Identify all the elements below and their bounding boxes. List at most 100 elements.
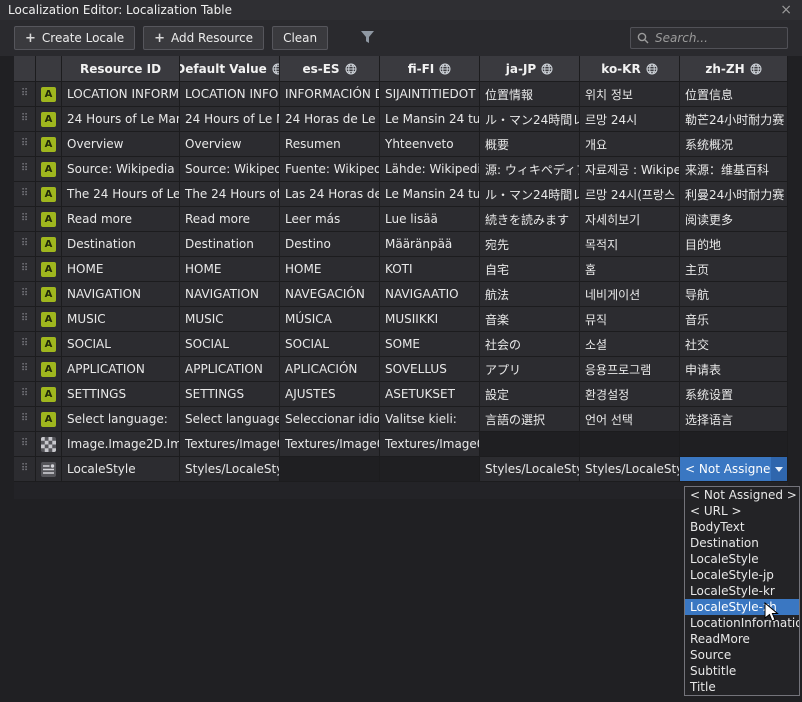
cell-fi-fi[interactable]: ASETUKSET <box>380 382 480 407</box>
cell-zh-zh[interactable]: 音乐 <box>680 307 788 332</box>
cell-fi-fi[interactable]: Määränpää <box>380 232 480 257</box>
column-header-default-value[interactable]: Default Value <box>180 56 280 82</box>
row-drag-handle[interactable]: ⠿ <box>14 307 36 332</box>
cell-default-value[interactable]: HOME <box>180 257 280 282</box>
cell-resource-id[interactable]: Source: Wikipedia <box>62 157 180 182</box>
cell-ja-jp[interactable]: 社会の <box>480 332 580 357</box>
cell-resource-id[interactable]: SOCIAL <box>62 332 180 357</box>
cell-es-es[interactable]: NAVEGACIÓN <box>280 282 380 307</box>
cell-fi-fi[interactable]: NAVIGAATIO <box>380 282 480 307</box>
cell-es-es[interactable]: Las 24 Horas de L <box>280 182 380 207</box>
dropdown-item[interactable]: LocationInformation <box>685 615 799 631</box>
row-drag-handle[interactable]: ⠿ <box>14 457 36 482</box>
cell-fi-fi[interactable]: Valitse kieli: <box>380 407 480 432</box>
dropdown-item[interactable]: LocaleStyle-jp <box>685 567 799 583</box>
cell-default-value[interactable]: LOCATION INFOR <box>180 82 280 107</box>
cell-es-es[interactable]: Resumen <box>280 132 380 157</box>
column-header-ja-jp[interactable]: ja-JP <box>480 56 580 82</box>
cell-es-es[interactable]: Fuente: Wikipedia <box>280 157 380 182</box>
search-box[interactable] <box>630 27 788 49</box>
dropdown-item[interactable]: LocaleStyle-zh <box>685 599 799 615</box>
column-header-resource-id[interactable]: Resource ID <box>62 56 180 82</box>
row-drag-handle[interactable]: ⠿ <box>14 107 36 132</box>
cell-es-es[interactable]: AJUSTES <box>280 382 380 407</box>
cell-default-value[interactable]: Styles/LocaleStyle <box>180 457 280 482</box>
cell-ja-jp[interactable]: 続きを読みます <box>480 207 580 232</box>
cell-ja-jp[interactable]: 音楽 <box>480 307 580 332</box>
cell-ja-jp[interactable]: 航法 <box>480 282 580 307</box>
cell-resource-id[interactable]: 24 Hours of Le Mans <box>62 107 180 132</box>
cell-fi-fi[interactable]: SOME <box>380 332 480 357</box>
cell-es-es[interactable]: 24 Horas de Le M <box>280 107 380 132</box>
cell-ko-kr[interactable]: 네비게이션 <box>580 282 680 307</box>
row-drag-handle[interactable]: ⠿ <box>14 282 36 307</box>
cell-ko-kr[interactable]: 자세히보기 <box>580 207 680 232</box>
cell-resource-id[interactable]: APPLICATION <box>62 357 180 382</box>
cell-ko-kr[interactable]: 위치 정보 <box>580 82 680 107</box>
column-header-ko-kr[interactable]: ko-KR <box>580 56 680 82</box>
cell-es-es[interactable] <box>280 457 380 482</box>
row-drag-handle[interactable]: ⠿ <box>14 407 36 432</box>
cell-ko-kr[interactable]: 응용프로그램 <box>580 357 680 382</box>
cell-es-es[interactable]: MÚSICA <box>280 307 380 332</box>
cell-es-es[interactable]: SOCIAL <box>280 332 380 357</box>
dropdown-item[interactable]: Subtitle <box>685 663 799 679</box>
cell-resource-id[interactable]: SETTINGS <box>62 382 180 407</box>
cell-ja-jp[interactable]: 概要 <box>480 132 580 157</box>
cell-default-value[interactable]: MUSIC <box>180 307 280 332</box>
add-resource-button[interactable]: + Add Resource <box>143 26 264 50</box>
combo-dropdown-arrow[interactable] <box>771 457 787 481</box>
cell-default-value[interactable]: Overview <box>180 132 280 157</box>
cell-default-value[interactable]: 24 Hours of Le M <box>180 107 280 132</box>
row-drag-handle[interactable]: ⠿ <box>14 432 36 457</box>
cell-zh-zh[interactable]: 目的地 <box>680 232 788 257</box>
cell-resource-id[interactable]: Read more <box>62 207 180 232</box>
cell-ja-jp[interactable]: 位置情報 <box>480 82 580 107</box>
dropdown-item[interactable]: Title <box>685 679 799 695</box>
cell-zh-zh[interactable] <box>680 432 788 457</box>
row-drag-handle[interactable]: ⠿ <box>14 232 36 257</box>
cell-es-es[interactable]: Seleccionar idiom <box>280 407 380 432</box>
cell-ja-jp[interactable] <box>480 432 580 457</box>
dropdown-item[interactable]: ReadMore <box>685 631 799 647</box>
row-drag-handle[interactable]: ⠿ <box>14 357 36 382</box>
cell-resource-id[interactable]: Overview <box>62 132 180 157</box>
cell-default-value[interactable]: Read more <box>180 207 280 232</box>
cell-zh-zh[interactable]: 阅读更多 <box>680 207 788 232</box>
row-drag-handle[interactable]: ⠿ <box>14 207 36 232</box>
cell-fi-fi[interactable]: Le Mansin 24 tunr <box>380 107 480 132</box>
cell-es-es[interactable]: HOME <box>280 257 380 282</box>
cell-ja-jp[interactable]: Styles/LocaleStyle <box>480 457 580 482</box>
column-header-zh-zh[interactable]: zh-ZH <box>680 56 788 82</box>
cell-ja-jp[interactable]: アプリ <box>480 357 580 382</box>
cell-default-value[interactable]: Select language: <box>180 407 280 432</box>
cell-default-value[interactable]: The 24 Hours of L <box>180 182 280 207</box>
cell-ko-kr[interactable]: 개요 <box>580 132 680 157</box>
cell-ko-kr[interactable]: 르망 24시(프랑스 <box>580 182 680 207</box>
cell-resource-id[interactable]: Image.Image2D.Imag <box>62 432 180 457</box>
cell-default-value[interactable]: Destination <box>180 232 280 257</box>
cell-ja-jp[interactable]: 言語の選択 <box>480 407 580 432</box>
cell-fi-fi[interactable]: Lue lisää <box>380 207 480 232</box>
cell-default-value[interactable]: APPLICATION <box>180 357 280 382</box>
cell-resource-id[interactable]: LOCATION INFORMAT <box>62 82 180 107</box>
cell-zh-zh[interactable]: 位置信息 <box>680 82 788 107</box>
dropdown-item[interactable]: LocaleStyle-kr <box>685 583 799 599</box>
column-header-es-es[interactable]: es-ES <box>280 56 380 82</box>
cell-resource-id[interactable]: NAVIGATION <box>62 282 180 307</box>
cell-ko-kr[interactable]: 환경설정 <box>580 382 680 407</box>
dropdown-item[interactable]: BodyText <box>685 519 799 535</box>
cell-ko-kr[interactable]: 자료제공 : Wikipe <box>580 157 680 182</box>
cell-resource-id[interactable]: HOME <box>62 257 180 282</box>
row-drag-handle[interactable]: ⠿ <box>14 332 36 357</box>
cell-zh-zh[interactable]: 系统设置 <box>680 382 788 407</box>
cell-ja-jp[interactable]: 自宅 <box>480 257 580 282</box>
cell-zh-zh[interactable]: 社交 <box>680 332 788 357</box>
cell-zh-zh[interactable]: 主页 <box>680 257 788 282</box>
cell-fi-fi[interactable]: MUSIIKKI <box>380 307 480 332</box>
cell-ko-kr[interactable]: 르망 24시 <box>580 107 680 132</box>
cell-ko-kr[interactable]: 소셜 <box>580 332 680 357</box>
cell-ko-kr[interactable] <box>580 432 680 457</box>
cell-ko-kr[interactable]: 언어 선택 <box>580 407 680 432</box>
row-drag-handle[interactable]: ⠿ <box>14 157 36 182</box>
